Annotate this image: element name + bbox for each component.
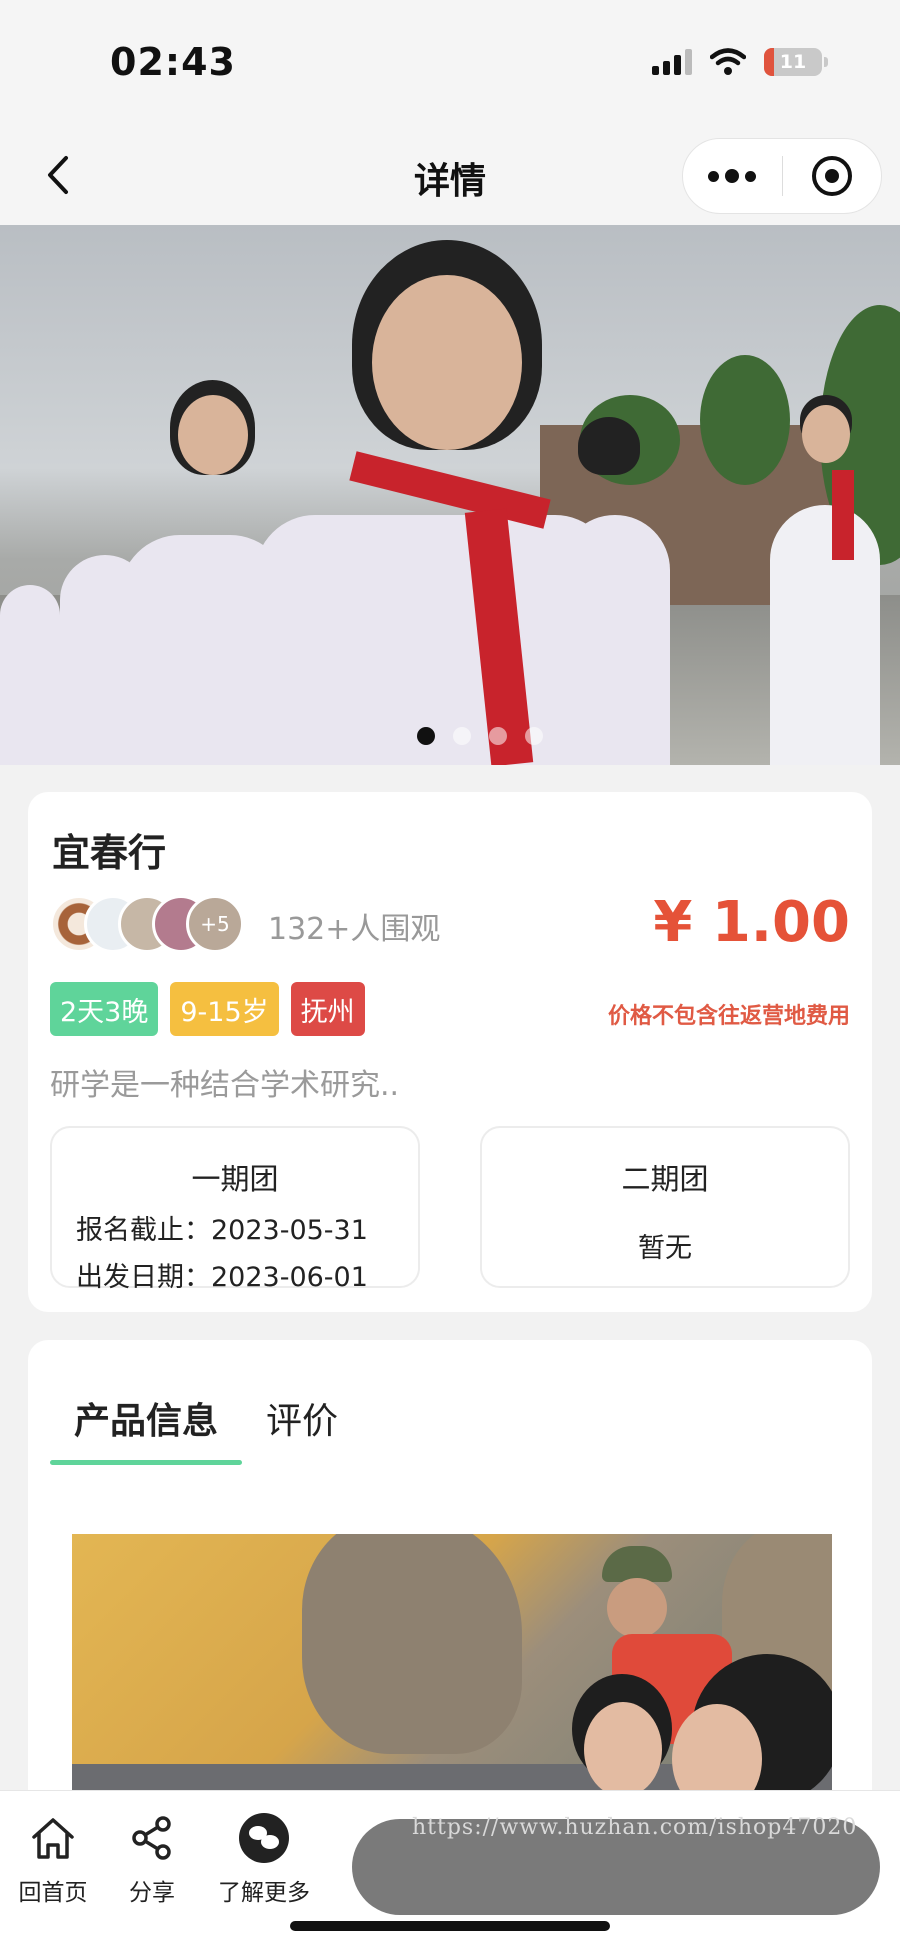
trip-description: 研学是一种结合学术研究..	[50, 1068, 400, 1103]
session-card-1[interactable]: 一期团 报名截止：2023-05-31 出发日期：2023-06-01	[50, 1126, 420, 1293]
status-bar: 02:43 11	[0, 0, 900, 130]
status-time: 02:43	[110, 40, 236, 84]
home-icon	[32, 1818, 74, 1859]
carousel-dot[interactable]	[525, 727, 543, 745]
viewer-avatars[interactable]: +5	[50, 895, 250, 955]
trip-price: ¥ 1.00	[653, 890, 850, 955]
student-face	[178, 395, 248, 475]
status-icons: 11	[652, 48, 828, 76]
carousel-dot[interactable]	[417, 727, 435, 745]
trip-info-card: 宜春行 +5 132+人围观 ¥ 1.00 2天3晚 9-15岁 抚州 价格不包…	[28, 792, 872, 1312]
child-face	[584, 1702, 662, 1797]
share-label: 分享	[129, 1880, 175, 1906]
location-tag: 抚州	[290, 982, 365, 1036]
session-name: 一期团	[191, 1162, 279, 1196]
soldier-cap	[602, 1546, 672, 1582]
learn-more-label: 了解更多	[218, 1880, 310, 1906]
product-photo	[72, 1534, 832, 1834]
rock-decoration	[302, 1534, 522, 1754]
active-tab-indicator	[50, 1460, 242, 1465]
more-options-icon[interactable]	[683, 139, 782, 213]
wifi-icon	[710, 48, 746, 75]
carousel-dot[interactable]	[453, 727, 471, 745]
wechat-icon	[239, 1813, 289, 1863]
learn-more-button[interactable]: 了解更多	[218, 1813, 310, 1907]
hero-carousel[interactable]	[0, 225, 900, 765]
nav-bar: 详情	[0, 130, 900, 225]
price-note: 价格不包含往返营地费用	[607, 1004, 850, 1029]
home-indicator	[290, 1921, 610, 1931]
instructor-face	[607, 1578, 667, 1638]
carousel-dot[interactable]	[489, 727, 507, 745]
session-departure: 出发日期：2023-06-01	[76, 1262, 368, 1293]
student-figure	[770, 505, 880, 765]
trip-title: 宜春行	[52, 831, 167, 875]
share-button[interactable]: 分享	[122, 1813, 182, 1907]
share-icon	[132, 1816, 171, 1860]
student-face	[372, 275, 522, 450]
home-button[interactable]: 回首页	[18, 1813, 88, 1907]
student-face	[802, 405, 850, 463]
tab-product-info[interactable]: 产品信息	[74, 1392, 218, 1444]
session-name: 二期团	[621, 1162, 709, 1196]
session-card-2[interactable]: 二期团 暂无	[480, 1126, 850, 1288]
student-hair	[578, 417, 640, 475]
battery-level: 11	[779, 51, 807, 73]
hero-tree	[700, 355, 790, 485]
duration-tag: 2天3晚	[50, 982, 159, 1036]
close-miniprogram-icon[interactable]	[783, 139, 882, 213]
age-range-tag: 9-15岁	[170, 982, 279, 1036]
tab-reviews[interactable]: 评价	[266, 1392, 338, 1444]
battery-icon: 11	[764, 48, 828, 76]
trip-tags: 2天3晚 9-15岁 抚州	[50, 982, 365, 1036]
avatar-more-count: +5	[186, 895, 244, 953]
session-status: 暂无	[638, 1233, 692, 1264]
miniprogram-capsule	[682, 138, 882, 214]
red-scarf	[832, 470, 854, 560]
home-label: 回首页	[18, 1880, 88, 1906]
cellular-signal-icon	[652, 49, 692, 75]
watermark: https://www.huzhan.com/ishop47020	[412, 1815, 858, 1840]
carousel-indicator	[0, 727, 900, 745]
viewer-count: 132+人围观	[268, 912, 441, 947]
session-deadline: 报名截止：2023-05-31	[76, 1215, 368, 1246]
